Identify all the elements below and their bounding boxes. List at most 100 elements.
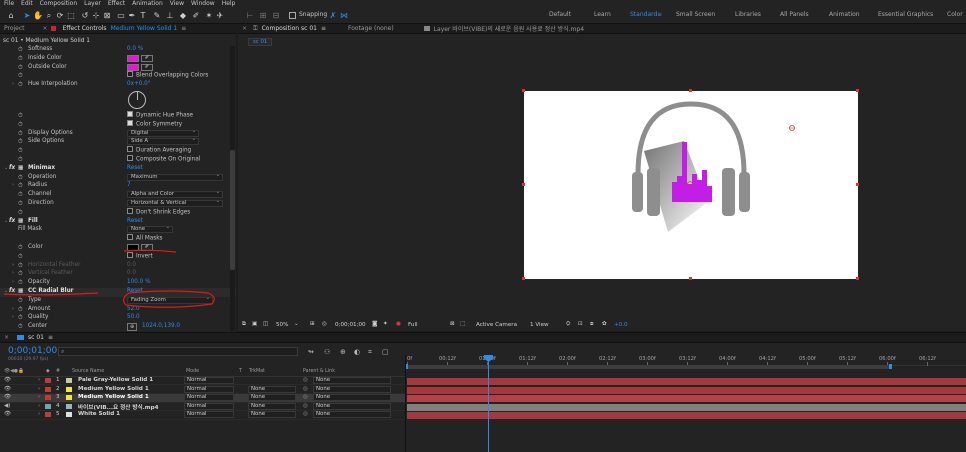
- layer-parent-dropdown[interactable]: None: [313, 385, 391, 393]
- dont-shrink-checkbox[interactable]: Don't Shrink Edges: [127, 207, 190, 215]
- layer-duration-bar[interactable]: [407, 378, 966, 385]
- timeline-search-input[interactable]: ⌕: [58, 347, 298, 356]
- tab-project[interactable]: Project: [0, 25, 29, 32]
- shy-icon[interactable]: ⚇: [324, 348, 330, 356]
- stopwatch-icon[interactable]: ⏱: [18, 182, 23, 190]
- layer-mode-dropdown[interactable]: Normal: [184, 411, 234, 419]
- horizontal-feather-value[interactable]: 0.0: [127, 262, 136, 268]
- tab-layer-name[interactable]: Medium Yellow Solid 1: [111, 25, 178, 32]
- twirl-icon[interactable]: ›: [38, 403, 40, 409]
- tab-timeline-sc01[interactable]: sc 01: [24, 334, 48, 341]
- flowchart-icon[interactable]: ⧈: [590, 321, 594, 328]
- stopwatch-icon[interactable]: ⏱: [18, 81, 23, 89]
- stopwatch-icon[interactable]: ⏱: [18, 209, 23, 217]
- layer-row[interactable]: ◀) › 4 바이브(VIB...요 정산 방식.mp4 Normal None ◎ None: [0, 402, 405, 412]
- stopwatch-icon[interactable]: ⏱: [18, 64, 23, 72]
- layer-parent-dropdown[interactable]: None: [313, 411, 391, 419]
- stopwatch-icon[interactable]: ⏱: [18, 244, 23, 252]
- comp-viewer[interactable]: [238, 24, 966, 319]
- label-color-icon[interactable]: [45, 386, 51, 392]
- center-value[interactable]: 1024.0,139.0: [142, 323, 180, 329]
- eraser-tool-icon[interactable]: ◆: [178, 10, 188, 21]
- lock-icon[interactable]: [50, 26, 56, 31]
- layer-name[interactable]: Medium Yellow Solid 1: [78, 386, 149, 392]
- type-tool-icon[interactable]: T: [138, 10, 148, 21]
- radius-value[interactable]: 7: [127, 182, 131, 188]
- twirl-icon[interactable]: ›: [12, 262, 14, 268]
- visibility-eye-icon[interactable]: 👁: [4, 411, 11, 417]
- stopwatch-icon[interactable]: ⏱: [18, 279, 23, 287]
- rotate-tool-icon[interactable]: ↺: [80, 10, 90, 21]
- col-source-name[interactable]: Source Name: [72, 369, 104, 374]
- workspace-essential-graphics[interactable]: Essential Graphics: [878, 11, 933, 18]
- transparency-grid-icon[interactable]: ⊠: [450, 321, 455, 327]
- workspace-menu-icon[interactable]: ≡: [657, 11, 662, 18]
- checkbox-icon[interactable]: [127, 251, 133, 258]
- layer-trkmat-dropdown[interactable]: None: [248, 402, 296, 410]
- menu-item-layer[interactable]: Layer: [79, 0, 103, 8]
- workspace-standard[interactable]: Standard: [630, 11, 657, 18]
- minimax-effect-name[interactable]: Minimax: [28, 165, 55, 171]
- rgb-channel-icon[interactable]: ●: [396, 321, 401, 327]
- workspace-learn[interactable]: Learn: [594, 11, 611, 18]
- workspace-small-screen[interactable]: Small Screen: [676, 11, 715, 18]
- amount-value[interactable]: 52.0: [127, 306, 140, 312]
- motion-blur-icon[interactable]: ◐: [354, 348, 360, 356]
- view-layout-select[interactable]: 1 View: [530, 322, 549, 328]
- track-camera-icon[interactable]: ⊹: [91, 10, 101, 21]
- twirl-open-icon[interactable]: ⌄: [4, 288, 8, 294]
- twirl-icon[interactable]: ›: [12, 81, 14, 87]
- roto-brush-icon[interactable]: ✐: [191, 10, 201, 21]
- close-icon[interactable]: ×: [4, 334, 9, 341]
- quality-value[interactable]: 50.0: [127, 314, 140, 320]
- show-snapshot-icon[interactable]: ◫: [263, 321, 268, 327]
- layer-duration-bar[interactable]: [407, 386, 966, 394]
- exposure-value[interactable]: +0.0: [614, 322, 628, 328]
- toggle-pixel-aspect-icon[interactable]: ⊡: [578, 321, 583, 327]
- local-axis-icon[interactable]: ⊢: [245, 10, 255, 21]
- stopwatch-icon[interactable]: ⏱: [18, 191, 23, 199]
- eyedropper-icon[interactable]: ✐: [141, 244, 153, 251]
- layer-row[interactable]: 👁 › 3 Medium Yellow Solid 1 Normal None ◎ None: [0, 394, 405, 403]
- twirl-icon[interactable]: ›: [12, 314, 14, 320]
- stopwatch-icon[interactable]: ⏱: [18, 46, 23, 54]
- blend-overlapping-checkbox[interactable]: Blend Overlapping Colors: [127, 71, 208, 79]
- stopwatch-icon[interactable]: ⏱: [18, 200, 23, 208]
- checkbox-icon[interactable]: [127, 234, 133, 241]
- layer-row[interactable]: 👁 › 5 White Solid 1 Normal None ◎ None: [0, 411, 405, 420]
- layer-trkmat-dropdown[interactable]: None: [248, 411, 296, 419]
- stopwatch-icon[interactable]: ⏱: [18, 121, 23, 129]
- menu-item-file[interactable]: File: [0, 0, 16, 8]
- view-axis-icon[interactable]: ⊟: [271, 10, 281, 21]
- parent-pickwhip-icon[interactable]: ◎: [303, 411, 308, 417]
- viewer-timecode[interactable]: 0;00;01;00: [335, 322, 366, 328]
- stopwatch-icon[interactable]: ⏱: [18, 147, 23, 155]
- layer-mode-dropdown[interactable]: Normal: [184, 377, 234, 384]
- menu-item-composition[interactable]: Composition: [35, 0, 79, 8]
- work-area-bar[interactable]: [405, 365, 891, 369]
- 3d-renderer-icon[interactable]: ⛭: [566, 321, 570, 328]
- cc-radial-blur-effect-name[interactable]: CC Radial Blur: [28, 288, 73, 294]
- vertical-feather-value[interactable]: 0.0: [127, 270, 136, 276]
- stopwatch-icon[interactable]: ⏱: [18, 253, 23, 261]
- layer-row[interactable]: 👁 › 1 Pale Gray-Yellow Solid 1 Normal ◎ None: [0, 377, 405, 386]
- brush-tool-icon[interactable]: ✎: [152, 10, 162, 21]
- stopwatch-icon[interactable]: ⏱: [18, 112, 23, 120]
- layer-duration-bar[interactable]: [407, 403, 966, 411]
- twirl-icon[interactable]: ›: [38, 411, 40, 417]
- checkbox-icon[interactable]: [127, 146, 133, 153]
- puppet-tool-icon[interactable]: ✶: [204, 10, 214, 21]
- checkbox-icon[interactable]: [127, 71, 133, 78]
- channel-dropdown[interactable]: Alpha and Color: [127, 190, 223, 199]
- operation-dropdown[interactable]: Maximum: [127, 173, 223, 181]
- hue-dial[interactable]: [128, 91, 146, 109]
- grid-toggle-icon[interactable]: ⊞: [310, 321, 315, 327]
- twirl-icon[interactable]: ›: [12, 279, 14, 285]
- layer-name[interactable]: Medium Yellow Solid 1: [78, 394, 149, 400]
- type-dropdown[interactable]: Fading Zoom: [127, 296, 213, 304]
- scrollbar-thumb[interactable]: [230, 150, 235, 270]
- stopwatch-icon[interactable]: ⏱: [18, 156, 23, 164]
- twirl-icon[interactable]: ›: [12, 182, 14, 188]
- resolution-select[interactable]: Full: [408, 322, 418, 328]
- parent-pickwhip-icon[interactable]: ◎: [303, 377, 308, 383]
